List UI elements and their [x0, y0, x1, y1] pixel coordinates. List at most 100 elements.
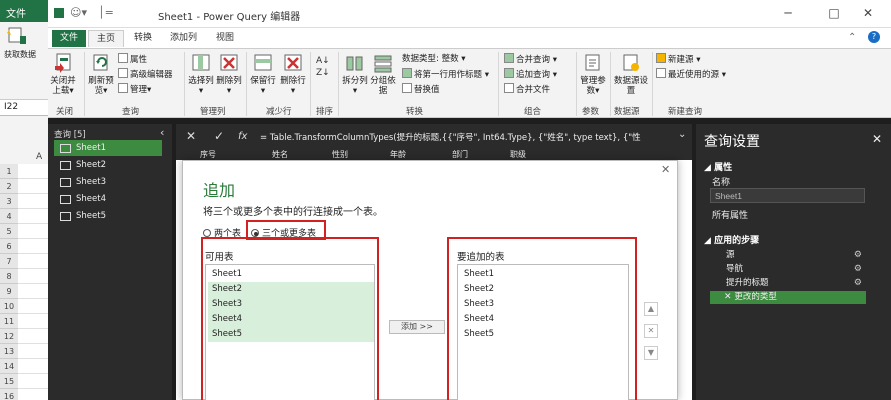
manage-params-button[interactable]: 管理参数▾: [578, 52, 608, 96]
excel-cell[interactable]: [18, 314, 48, 329]
group-by-button[interactable]: 分组依据: [370, 52, 396, 96]
collapse-panel-icon[interactable]: ‹: [160, 126, 164, 139]
merge-files-button[interactable]: 合并文件: [504, 83, 550, 96]
excel-row-number[interactable]: 3: [0, 194, 18, 209]
list-item[interactable]: Sheet1: [208, 267, 374, 282]
new-source-button[interactable]: 新建源 ▾: [656, 53, 700, 66]
split-column-button[interactable]: 拆分列▾: [342, 52, 368, 96]
excel-row-number[interactable]: 16: [0, 389, 18, 400]
name-box[interactable]: I22: [0, 100, 48, 116]
excel-cell[interactable]: [18, 194, 48, 209]
maximize-button[interactable]: □: [824, 6, 844, 20]
excel-row-number[interactable]: 2: [0, 179, 18, 194]
query-item-sheet3[interactable]: Sheet3: [54, 174, 162, 190]
column-header-1[interactable]: 序号: [200, 149, 216, 160]
tab-file[interactable]: 文件: [52, 30, 87, 47]
excel-cell[interactable]: [18, 359, 48, 374]
all-properties-link[interactable]: 所有属性: [712, 208, 748, 221]
refresh-preview-button[interactable]: 刷新预览▾: [88, 52, 114, 96]
help-icon[interactable]: ?: [868, 31, 880, 43]
datasource-settings-button[interactable]: 数据源设置: [614, 52, 648, 96]
excel-cell[interactable]: [18, 299, 48, 314]
gear-icon[interactable]: ⚙: [854, 263, 862, 276]
excel-cell[interactable]: [18, 239, 48, 254]
list-item[interactable]: Sheet2: [460, 282, 626, 297]
remove-rows-button[interactable]: 删除行▾: [280, 52, 306, 96]
excel-cell[interactable]: [18, 329, 48, 344]
excel-row-number[interactable]: 14: [0, 359, 18, 374]
step-changed-type[interactable]: ✕ 更改的类型: [710, 291, 866, 304]
excel-cell[interactable]: [18, 389, 48, 400]
advanced-editor-button[interactable]: 高级编辑器: [118, 68, 173, 81]
excel-row-number[interactable]: 1: [0, 164, 18, 179]
remove-columns-button[interactable]: 删除列▾: [216, 52, 242, 96]
collapse-ribbon-icon[interactable]: ⌃: [848, 32, 856, 43]
excel-cell[interactable]: [18, 344, 48, 359]
sort-asc-icon[interactable]: A↓ Z↓: [316, 55, 330, 79]
list-item[interactable]: Sheet4: [460, 312, 626, 327]
get-data-button[interactable]: 获取数据: [4, 50, 36, 60]
excel-row-number[interactable]: 13: [0, 344, 18, 359]
list-item[interactable]: Sheet5: [208, 327, 374, 342]
available-tables-list[interactable]: Sheet1 Sheet2 Sheet3 Sheet4 Sheet5: [205, 264, 375, 400]
excel-row-number[interactable]: 4: [0, 209, 18, 224]
excel-cell[interactable]: [18, 224, 48, 239]
excel-row-number[interactable]: 7: [0, 254, 18, 269]
column-header-5[interactable]: 部门: [452, 149, 468, 160]
excel-cell[interactable]: [18, 284, 48, 299]
excel-row-number[interactable]: 5: [0, 224, 18, 239]
tables-to-append-list[interactable]: Sheet1 Sheet2 Sheet3 Sheet4 Sheet5: [457, 264, 629, 400]
append-queries-button[interactable]: 追加查询 ▾: [504, 68, 557, 81]
minimize-button[interactable]: ─: [778, 6, 798, 20]
close-load-button[interactable]: 关闭并上载▾: [50, 52, 76, 96]
delete-step-icon[interactable]: ✕: [724, 292, 734, 302]
move-down-button[interactable]: ▼: [644, 346, 658, 360]
fx-icon[interactable]: fx: [238, 131, 247, 142]
replace-values-button[interactable]: 替换值: [402, 83, 440, 96]
excel-cell[interactable]: [18, 209, 48, 224]
excel-row-number[interactable]: 15: [0, 374, 18, 389]
dialog-close-button[interactable]: ✕: [661, 163, 670, 176]
remove-item-button[interactable]: ✕: [644, 324, 658, 338]
tab-view[interactable]: 视图: [208, 30, 242, 47]
tab-transform[interactable]: 转换: [126, 30, 160, 47]
properties-button[interactable]: 属性: [118, 53, 147, 66]
add-button[interactable]: 添加 >>: [389, 320, 445, 334]
manage-button[interactable]: 管理▾: [118, 83, 151, 96]
qat-dropdown-icon[interactable]: │=: [98, 6, 114, 19]
excel-cell[interactable]: [18, 374, 48, 389]
excel-row-number[interactable]: 9: [0, 284, 18, 299]
applied-steps-section[interactable]: ◢ 应用的步骤: [704, 233, 759, 246]
step-promoted-headers[interactable]: 提升的标题 ⚙: [710, 277, 866, 290]
excel-row-number[interactable]: 11: [0, 314, 18, 329]
choose-columns-button[interactable]: 选择列▾: [188, 52, 214, 96]
list-item[interactable]: Sheet3: [208, 297, 374, 312]
excel-cell[interactable]: [18, 269, 48, 284]
properties-section[interactable]: ◢ 属性: [704, 160, 732, 173]
excel-row-number[interactable]: 8: [0, 269, 18, 284]
formula-text[interactable]: = Table.TransformColumnTypes(提升的标题,{{"序号…: [260, 131, 641, 143]
formula-cancel-button[interactable]: ✕: [186, 129, 196, 143]
column-header-4[interactable]: 年龄: [390, 149, 406, 160]
data-type-dropdown[interactable]: 数据类型: 整数 ▾: [402, 53, 466, 66]
query-item-sheet4[interactable]: Sheet4: [54, 191, 162, 207]
list-item[interactable]: Sheet2: [208, 282, 374, 297]
query-name-input[interactable]: [710, 188, 865, 203]
formula-expand-icon[interactable]: ⌄: [678, 129, 686, 140]
column-header-6[interactable]: 职级: [510, 149, 526, 160]
move-up-button[interactable]: ▲: [644, 302, 658, 316]
gear-icon[interactable]: ⚙: [854, 277, 862, 290]
recent-sources-button[interactable]: 最近使用的源 ▾: [656, 68, 726, 81]
list-item[interactable]: Sheet5: [460, 327, 626, 342]
excel-row-number[interactable]: 6: [0, 239, 18, 254]
column-header-3[interactable]: 性别: [332, 149, 348, 160]
smiley-icon[interactable]: ☺▾: [70, 6, 87, 19]
list-item[interactable]: Sheet1: [460, 267, 626, 282]
close-button[interactable]: ✕: [858, 6, 878, 20]
keep-rows-button[interactable]: 保留行▾: [250, 52, 276, 96]
first-row-header-button[interactable]: 将第一行用作标题 ▾: [402, 68, 489, 81]
query-item-sheet1[interactable]: Sheet1: [54, 140, 162, 156]
column-header-2[interactable]: 姓名: [272, 149, 288, 160]
gear-icon[interactable]: ⚙: [854, 249, 862, 262]
excel-cell[interactable]: [18, 254, 48, 269]
